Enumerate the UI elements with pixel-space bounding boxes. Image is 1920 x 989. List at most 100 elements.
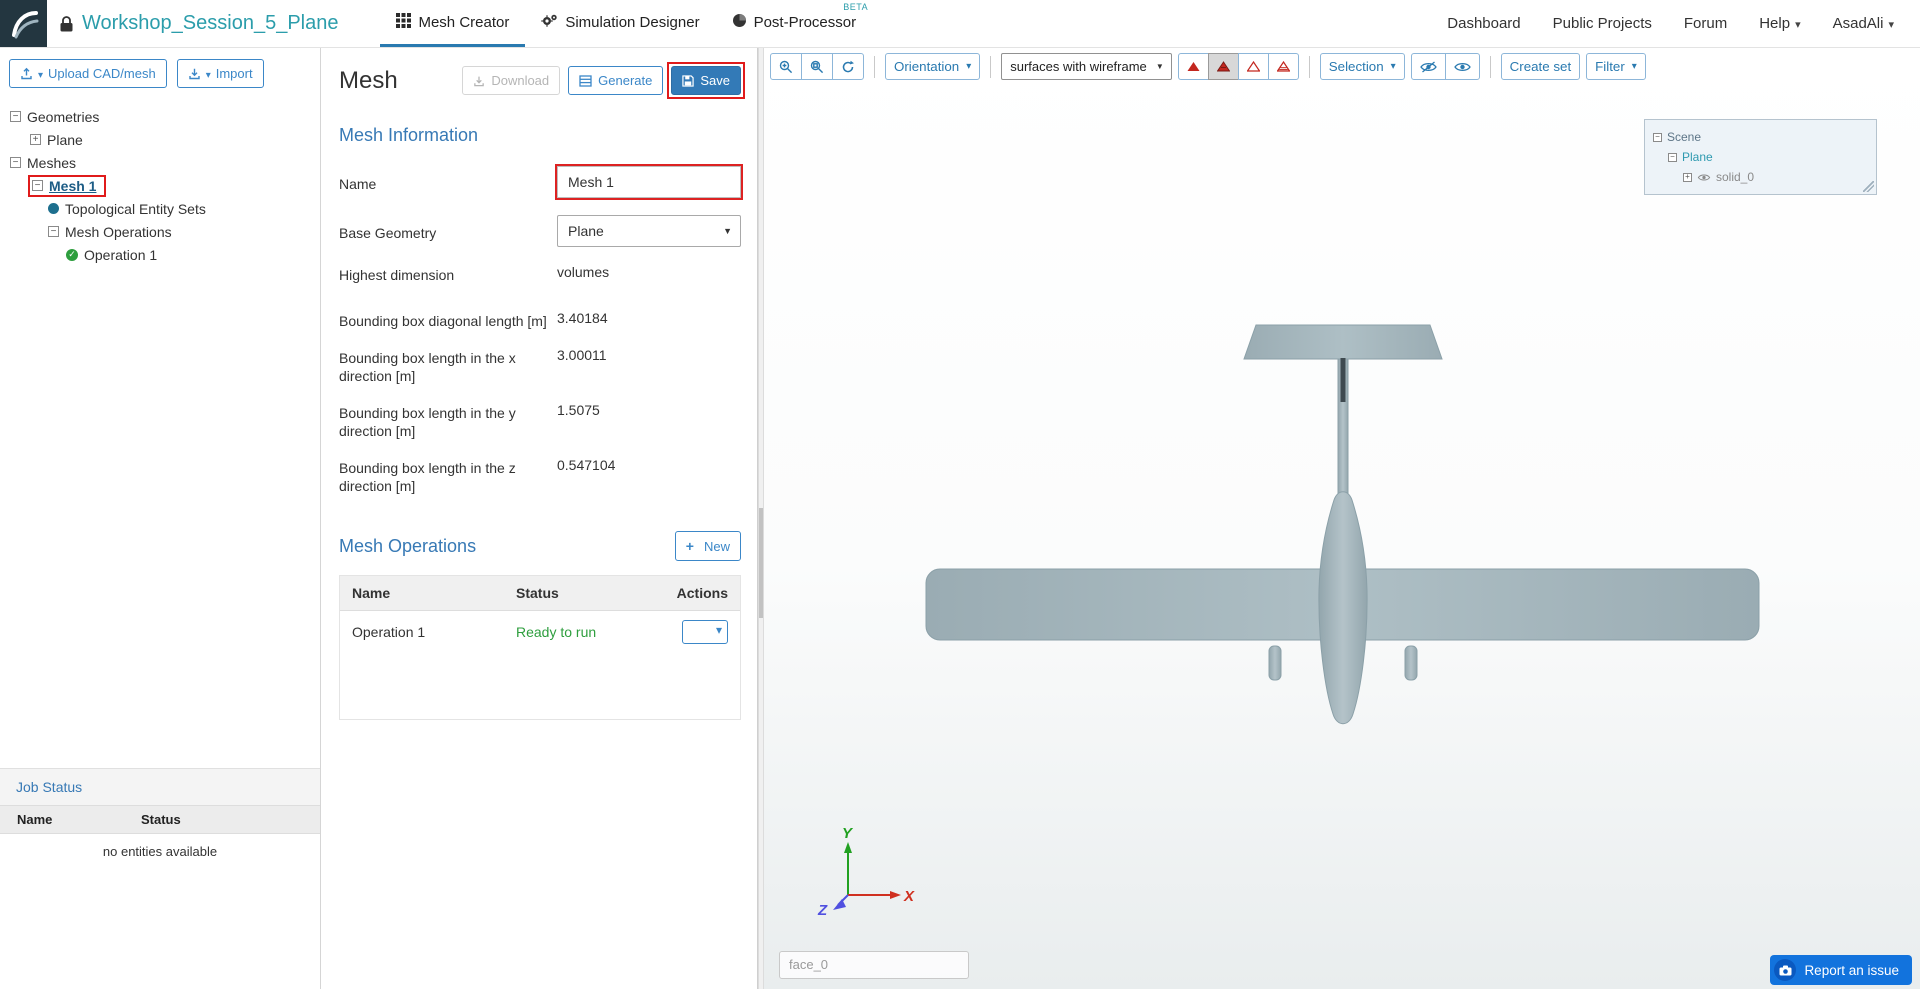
base-geometry-value: Plane bbox=[568, 223, 604, 239]
project-title: Workshop_Session_5_Plane bbox=[82, 0, 338, 47]
outline-triangle-button[interactable] bbox=[1238, 53, 1269, 80]
sidebar: Upload CAD/mesh Import Geometries Plane bbox=[0, 48, 321, 989]
toolbar-separator bbox=[874, 56, 875, 78]
new-operation-button[interactable]: New bbox=[675, 531, 741, 561]
panel-title: Mesh bbox=[339, 67, 398, 95]
create-set-button[interactable]: Create set bbox=[1501, 53, 1581, 80]
show-all-button[interactable] bbox=[1445, 53, 1480, 80]
tree-item-meshes[interactable]: Meshes bbox=[10, 151, 320, 174]
axis-z-label: Z bbox=[817, 902, 828, 919]
zoom-in-icon bbox=[779, 60, 793, 74]
viewport-toolbar: Orientation surfaces with wireframe bbox=[770, 53, 1646, 80]
tree-item-topological-entity-sets[interactable]: Topological Entity Sets bbox=[10, 197, 320, 220]
job-status-empty-text: no entities available bbox=[0, 834, 320, 989]
lock-icon bbox=[59, 0, 74, 47]
bb-x-label: Bounding box length in the x direction [… bbox=[339, 347, 557, 385]
tree-item-label: Topological Entity Sets bbox=[65, 201, 206, 217]
surface-wireframe-button[interactable] bbox=[1208, 53, 1239, 80]
base-geometry-label: Base Geometry bbox=[339, 215, 557, 242]
hide-selection-button[interactable] bbox=[1411, 53, 1446, 80]
ops-col-actions: Actions bbox=[666, 585, 728, 601]
user-menu[interactable]: AsadAli bbox=[1833, 15, 1894, 32]
eye-icon[interactable] bbox=[1697, 173, 1711, 182]
generate-icon bbox=[579, 75, 592, 87]
operation-actions-dropdown[interactable] bbox=[682, 620, 728, 644]
expand-icon[interactable] bbox=[1683, 173, 1692, 182]
mesh-information-title: Mesh Information bbox=[339, 125, 741, 146]
collapse-icon[interactable] bbox=[1668, 153, 1677, 162]
create-set-label: Create set bbox=[1510, 59, 1572, 74]
render-mode-select[interactable]: surfaces with wireframe bbox=[1001, 53, 1172, 80]
tab-simulation-designer[interactable]: Simulation Designer bbox=[525, 0, 715, 47]
table-row[interactable]: Operation 1 Ready to run bbox=[340, 611, 740, 653]
scrollbar-thumb[interactable] bbox=[759, 508, 763, 618]
tree-item-plane[interactable]: Plane bbox=[10, 128, 320, 151]
nav-help-menu[interactable]: Help bbox=[1759, 15, 1800, 32]
tree-item-operation-1[interactable]: Operation 1 bbox=[10, 243, 320, 266]
scene-node-scene[interactable]: Scene bbox=[1653, 127, 1868, 147]
selection-dropdown[interactable]: Selection bbox=[1320, 53, 1405, 80]
scene-node-label: Scene bbox=[1667, 130, 1701, 144]
report-issue-button[interactable]: Report an issue bbox=[1770, 955, 1912, 985]
mesh-name-input[interactable] bbox=[557, 166, 741, 198]
expand-icon[interactable] bbox=[30, 134, 41, 145]
tree-item-label: Mesh 1 bbox=[49, 178, 96, 194]
operation-status: Ready to run bbox=[516, 624, 666, 640]
render-mode-value: surfaces with wireframe bbox=[1010, 59, 1147, 74]
collapse-icon[interactable] bbox=[10, 157, 21, 168]
upload-cad-button[interactable]: Upload CAD/mesh bbox=[9, 59, 167, 88]
filter-dropdown[interactable]: Filter bbox=[1586, 53, 1646, 80]
viewport-3d[interactable]: Orientation surfaces with wireframe bbox=[764, 48, 1920, 989]
tree-item-geometries[interactable]: Geometries bbox=[10, 105, 320, 128]
simscale-logo[interactable] bbox=[0, 0, 47, 47]
vertical-fin bbox=[1341, 358, 1346, 402]
horizontal-stabilizer bbox=[1244, 325, 1442, 359]
scene-node-plane[interactable]: Plane bbox=[1653, 147, 1868, 167]
tab-post-processor[interactable]: Post-Processor BETA bbox=[716, 0, 873, 47]
zoom-box-button[interactable] bbox=[801, 53, 833, 80]
nav-dashboard[interactable]: Dashboard bbox=[1447, 15, 1520, 32]
zoom-in-button[interactable] bbox=[770, 53, 802, 80]
camera-icon bbox=[1774, 959, 1796, 981]
reset-view-button[interactable] bbox=[832, 53, 864, 80]
save-button[interactable]: Save bbox=[671, 66, 741, 95]
annotation-red-box: Save bbox=[671, 66, 741, 95]
nav-forum[interactable]: Forum bbox=[1684, 15, 1727, 32]
scene-tree-overlay[interactable]: Scene Plane solid_0 bbox=[1644, 119, 1877, 195]
import-button[interactable]: Import bbox=[177, 59, 264, 88]
operations-table-header: Name Status Actions bbox=[340, 576, 740, 611]
surface-solid-button[interactable] bbox=[1178, 53, 1209, 80]
tree-item-mesh-1[interactable]: Mesh 1 bbox=[10, 174, 320, 197]
scene-node-solid[interactable]: solid_0 bbox=[1653, 167, 1868, 187]
orientation-dropdown[interactable]: Orientation bbox=[885, 53, 980, 80]
orientation-label: Orientation bbox=[894, 59, 959, 74]
download-icon bbox=[473, 75, 485, 87]
ops-col-status: Status bbox=[516, 585, 666, 601]
eye-icon bbox=[1454, 61, 1471, 73]
download-label: Download bbox=[491, 73, 549, 88]
tree-item-mesh-operations[interactable]: Mesh Operations bbox=[10, 220, 320, 243]
solid-triangle-icon bbox=[1187, 61, 1200, 72]
mesh-settings-panel: Mesh Download Generate Save bbox=[321, 48, 758, 989]
collapse-icon[interactable] bbox=[1653, 133, 1662, 142]
download-button[interactable]: Download bbox=[462, 66, 560, 95]
base-geometry-select[interactable]: Plane bbox=[557, 215, 741, 247]
toolbar-separator bbox=[1309, 56, 1310, 78]
job-status-title: Job Status bbox=[0, 768, 320, 805]
filter-label: Filter bbox=[1595, 59, 1625, 74]
bb-y-label: Bounding box length in the y direction [… bbox=[339, 402, 557, 440]
nav-public-projects[interactable]: Public Projects bbox=[1553, 15, 1652, 32]
mesh-lines-button[interactable] bbox=[1268, 53, 1299, 80]
collapse-icon[interactable] bbox=[48, 226, 59, 237]
tree-item-label: Plane bbox=[47, 132, 83, 148]
header-nav: Dashboard Public Projects Forum Help Asa… bbox=[1447, 0, 1920, 47]
collapse-icon[interactable] bbox=[10, 111, 21, 122]
resize-handle[interactable] bbox=[1863, 181, 1874, 192]
upload-label: Upload CAD/mesh bbox=[48, 66, 156, 81]
collapse-icon[interactable] bbox=[32, 180, 43, 191]
generate-button[interactable]: Generate bbox=[568, 66, 663, 95]
generate-label: Generate bbox=[598, 73, 652, 88]
tab-mesh-creator[interactable]: Mesh Creator bbox=[380, 0, 525, 47]
job-col-status: Status bbox=[141, 812, 320, 827]
tab-label: Mesh Creator bbox=[418, 14, 509, 31]
